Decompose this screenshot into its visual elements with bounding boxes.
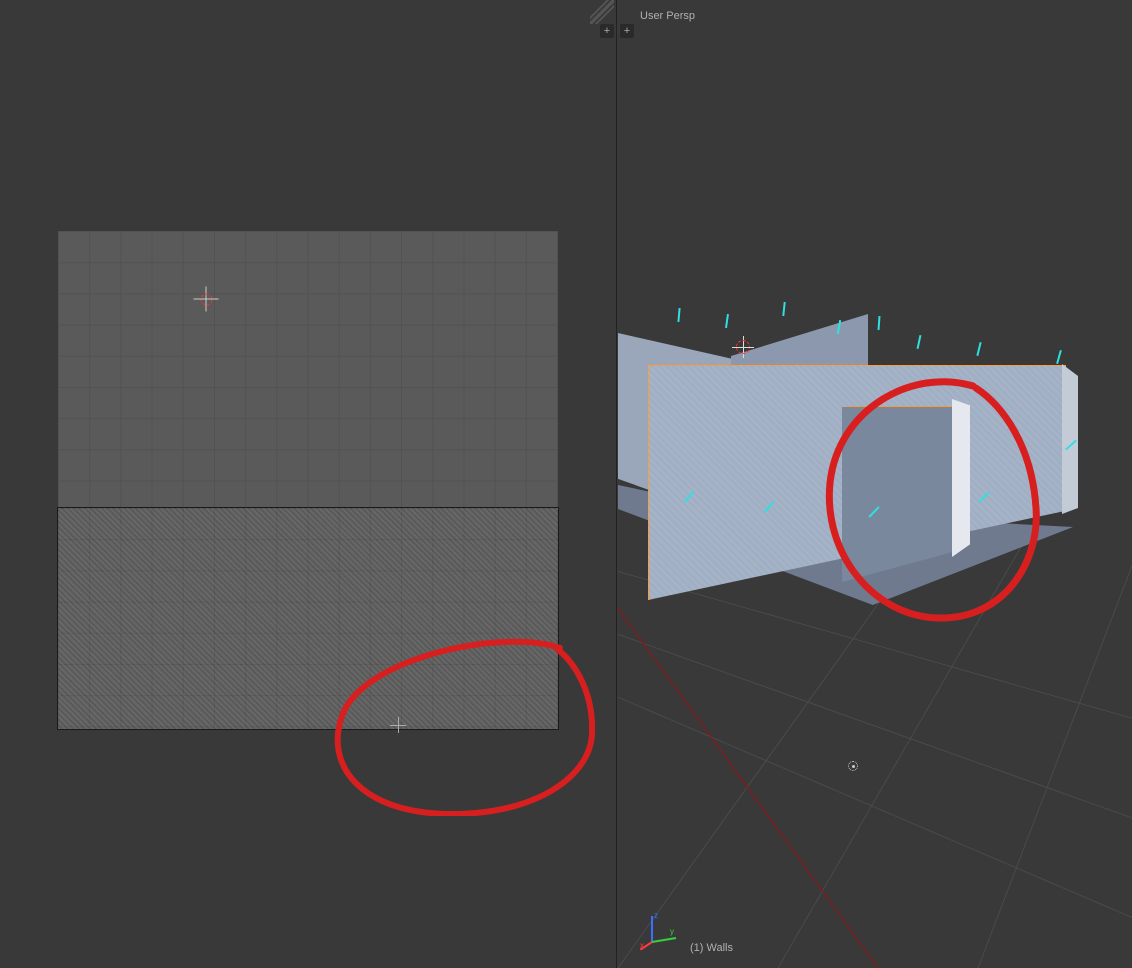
cursor-2d-icon (194, 287, 219, 312)
uv-editor-panel[interactable] (0, 0, 617, 968)
axis-gizmo-icon: z y x (640, 910, 680, 950)
uv-canvas[interactable] (58, 231, 558, 729)
active-object-label: (1) Walls (690, 942, 733, 954)
uv-grid-area[interactable] (58, 231, 558, 508)
svg-text:y: y (670, 927, 674, 936)
svg-text:z: z (654, 911, 658, 920)
svg-text:x: x (640, 941, 644, 950)
cursor-3d-icon (732, 336, 754, 358)
pivot-indicator-icon (848, 761, 858, 771)
uv-selected-island[interactable] (58, 508, 558, 729)
uv-pivot-marker-icon (394, 721, 402, 729)
normal-tick-icon (917, 335, 922, 349)
corner-plus-buttons: + + (600, 24, 634, 38)
normal-tick-icon (878, 316, 881, 330)
door-jamb-face[interactable] (952, 399, 970, 557)
add-panel-button-left[interactable]: + (600, 24, 614, 38)
panel-drag-corner-icon[interactable] (590, 0, 614, 24)
add-panel-button-right[interactable]: + (620, 24, 634, 38)
normal-tick-icon (1056, 350, 1062, 364)
normal-tick-icon (725, 314, 729, 328)
normal-tick-icon (976, 342, 981, 356)
viewport-container: + + User Persp (0, 0, 1132, 968)
walls-mesh[interactable] (618, 320, 1132, 600)
3d-viewport-panel[interactable]: User Persp (618, 0, 1132, 968)
